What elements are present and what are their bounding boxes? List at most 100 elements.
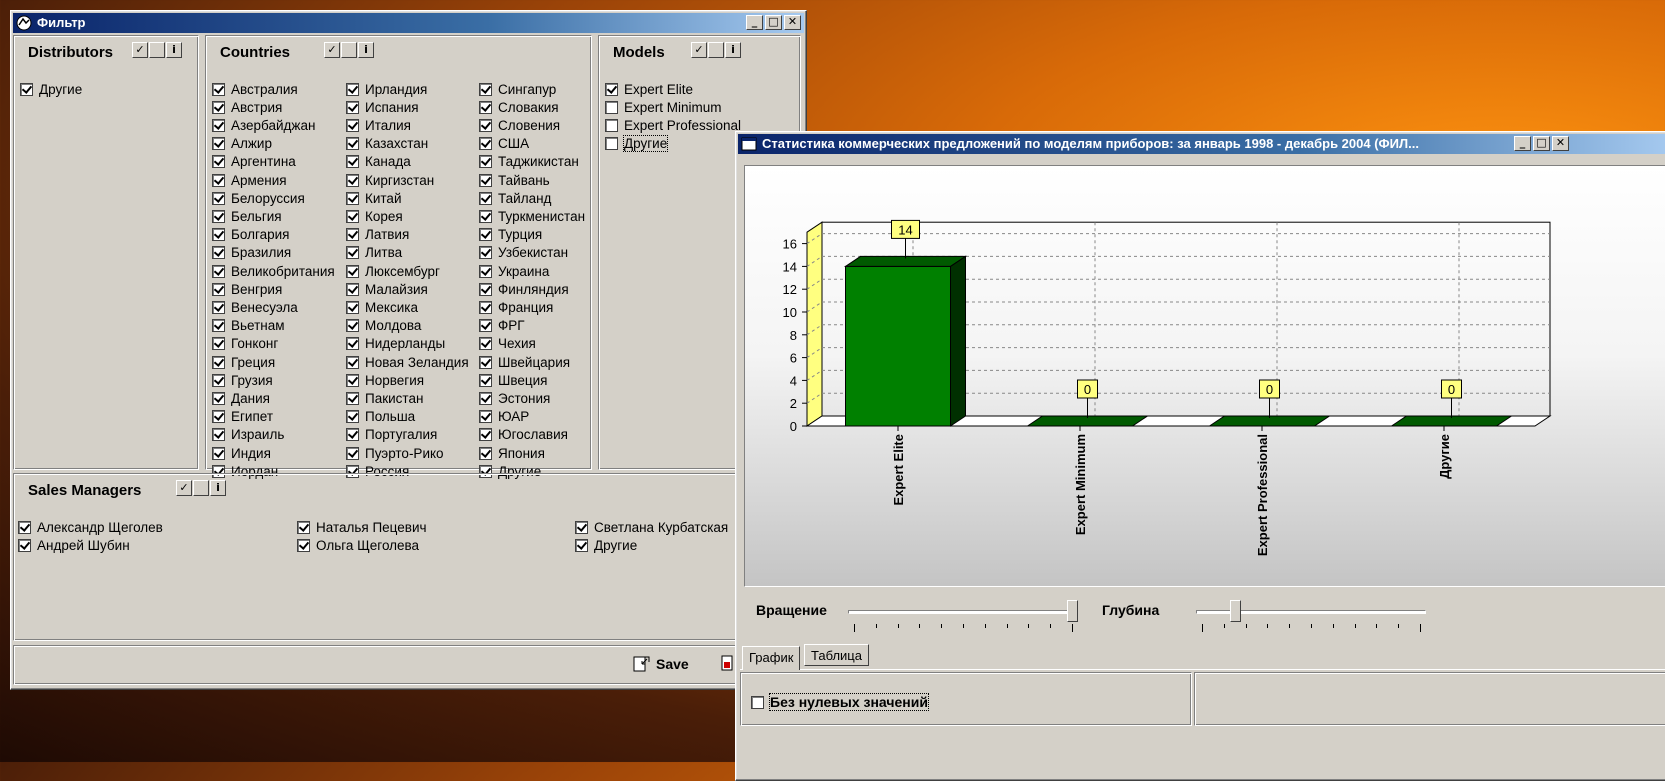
uncheck-all-button[interactable]	[708, 42, 724, 58]
checkbox-box[interactable]	[479, 246, 492, 260]
save-button[interactable]: Save	[632, 654, 689, 674]
checkbox-box[interactable]	[212, 228, 225, 242]
zero-values-checkbox[interactable]: Без нулевых значений	[751, 693, 929, 711]
checkbox-item[interactable]: Бельгия	[212, 207, 282, 225]
checkbox-box[interactable]	[212, 355, 225, 369]
checkbox-item[interactable]: Люксембург	[346, 262, 440, 280]
tab-grafik[interactable]: График	[742, 646, 801, 670]
checkbox-box[interactable]	[346, 446, 359, 460]
checkbox-item[interactable]: Бразилия	[212, 244, 291, 262]
check-all-button[interactable]: ✓	[691, 42, 707, 58]
checkbox-item[interactable]: Гонконг	[212, 335, 278, 353]
checkbox-box[interactable]	[346, 391, 359, 405]
checkbox-item[interactable]: Литва	[346, 244, 402, 262]
checkbox-item[interactable]: Белоруссия	[212, 189, 305, 207]
checkbox-item[interactable]: Корея	[346, 207, 403, 225]
checkbox-item[interactable]: Малайзия	[346, 280, 428, 298]
uncheck-all-button[interactable]	[193, 480, 209, 496]
checkbox-box[interactable]	[212, 191, 225, 205]
checkbox-box[interactable]	[212, 173, 225, 187]
maximize-button[interactable]: □	[1533, 136, 1550, 151]
checkbox-box[interactable]	[346, 373, 359, 387]
checkbox-box[interactable]	[212, 337, 225, 351]
checkbox-box[interactable]	[212, 373, 225, 387]
exit-icon[interactable]	[720, 654, 736, 674]
checkbox-box[interactable]	[20, 82, 33, 96]
checkbox-item[interactable]: Киргизстан	[346, 171, 434, 189]
checkbox-item[interactable]: Нидерланды	[346, 335, 445, 353]
maximize-button[interactable]: □	[765, 15, 782, 30]
checkbox-box[interactable]	[479, 209, 492, 223]
checkbox-item[interactable]: ФРГ	[479, 317, 525, 335]
checkbox-item[interactable]: Югославия	[479, 426, 568, 444]
checkbox-box[interactable]	[346, 264, 359, 278]
info-button[interactable]: i	[358, 42, 374, 58]
checkbox-item[interactable]: Андрей Шубин	[18, 536, 130, 554]
checkbox-box[interactable]	[297, 538, 310, 552]
checkbox-item[interactable]: Израиль	[212, 426, 284, 444]
checkbox-item[interactable]: Сингапур	[479, 80, 556, 98]
checkbox-item[interactable]: Австралия	[212, 80, 298, 98]
checkbox-box[interactable]	[605, 118, 618, 132]
checkbox-item[interactable]: Словения	[479, 116, 560, 134]
checkbox-item[interactable]: Наталья Пецевич	[297, 518, 427, 536]
checkbox-item[interactable]: Пуэрто-Рико	[346, 444, 444, 462]
checkbox-box[interactable]	[212, 410, 225, 424]
minimize-button[interactable]: _	[746, 15, 763, 30]
checkbox-box[interactable]	[479, 191, 492, 205]
checkbox-item[interactable]: Болгария	[212, 226, 289, 244]
checkbox-box[interactable]	[479, 155, 492, 169]
close-button[interactable]: ✕	[784, 15, 801, 30]
checkbox-box[interactable]	[212, 82, 225, 96]
checkbox-item[interactable]: США	[479, 135, 529, 153]
info-button[interactable]: i	[725, 42, 741, 58]
checkbox-item[interactable]: Ирландия	[346, 80, 427, 98]
checkbox-box[interactable]	[605, 100, 618, 114]
checkbox-item[interactable]: Алжир	[212, 135, 272, 153]
checkbox-item[interactable]: Армения	[212, 171, 287, 189]
checkbox-item[interactable]: Узбекистан	[479, 244, 568, 262]
checkbox-box[interactable]	[479, 100, 492, 114]
checkbox-item[interactable]: Expert Professional	[605, 116, 741, 134]
checkbox-item[interactable]: Словакия	[479, 98, 559, 116]
checkbox-item[interactable]: Новая Зеландия	[346, 353, 469, 371]
close-button[interactable]: ✕	[1552, 136, 1569, 151]
checkbox-item[interactable]: Португалия	[346, 426, 437, 444]
checkbox-box[interactable]	[212, 428, 225, 442]
checkbox-item[interactable]: Чехия	[479, 335, 536, 353]
checkbox-box[interactable]	[479, 337, 492, 351]
checkbox-item[interactable]: Казахстан	[346, 135, 428, 153]
checkbox-box[interactable]	[18, 538, 31, 552]
checkbox-box[interactable]	[346, 319, 359, 333]
checkbox-box[interactable]	[346, 118, 359, 132]
checkbox-item[interactable]: Светлана Курбатская	[575, 518, 728, 536]
filter-titlebar[interactable]: Фильтр _ □ ✕	[13, 13, 804, 33]
checkbox-box[interactable]	[212, 209, 225, 223]
checkbox-box[interactable]	[479, 391, 492, 405]
checkbox-box[interactable]	[346, 228, 359, 242]
checkbox-box[interactable]	[479, 373, 492, 387]
checkbox-item[interactable]: Дания	[212, 389, 270, 407]
checkbox-item[interactable]: Греция	[212, 353, 275, 371]
checkbox-item[interactable]: Испания	[346, 98, 419, 116]
checkbox-box[interactable]	[212, 446, 225, 460]
checkbox-item[interactable]: Италия	[346, 116, 411, 134]
checkbox-box[interactable]	[346, 246, 359, 260]
rotation-slider[interactable]	[848, 596, 1078, 636]
checkbox-item[interactable]: Александр Щеголев	[18, 518, 163, 536]
checkbox-item[interactable]: Тайвань	[479, 171, 550, 189]
checkbox-item[interactable]: Туркменистан	[479, 207, 585, 225]
stats-titlebar[interactable]: Статистика коммерческих предложений по м…	[738, 134, 1665, 154]
checkbox-item[interactable]: Польша	[346, 408, 415, 426]
checkbox-box[interactable]	[605, 137, 618, 151]
checkbox-box[interactable]	[346, 300, 359, 314]
checkbox-item[interactable]: Expert Minimum	[605, 98, 722, 116]
checkbox-item[interactable]: Мексика	[346, 298, 418, 316]
checkbox-box[interactable]	[479, 264, 492, 278]
checkbox-item[interactable]: ЮАР	[479, 408, 529, 426]
checkbox-box[interactable]	[346, 173, 359, 187]
checkbox-box[interactable]	[18, 520, 31, 534]
checkbox-box[interactable]	[212, 282, 225, 296]
checkbox-item[interactable]: Молдова	[346, 317, 421, 335]
checkbox-item[interactable]: Индия	[212, 444, 271, 462]
